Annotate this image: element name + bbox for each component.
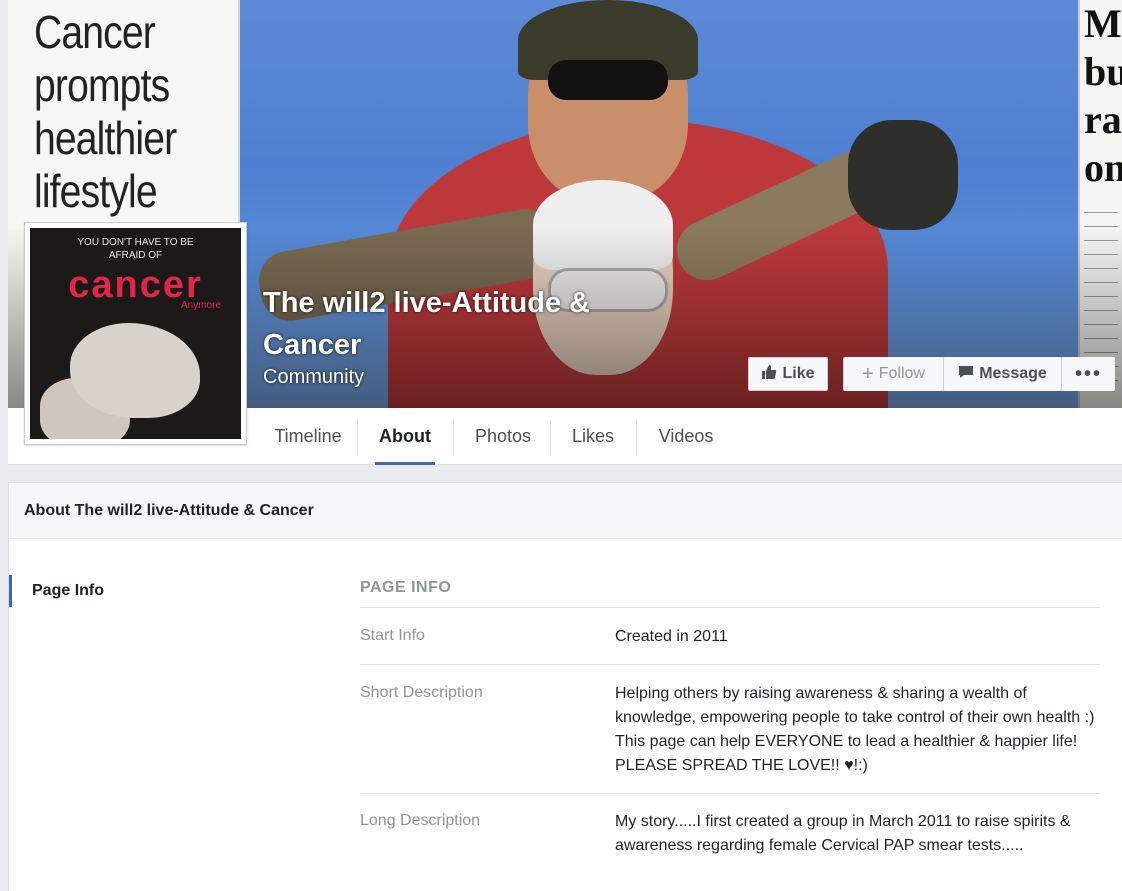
thumbs-up-icon: [761, 364, 777, 385]
page-category[interactable]: Community: [263, 366, 364, 389]
page-title[interactable]: The will2 live-Attitude & Cancer: [263, 282, 663, 366]
divider: [360, 607, 1100, 608]
tab-divider: [357, 420, 358, 456]
divider: [360, 664, 1100, 665]
tab-divider: [636, 420, 637, 456]
info-value-long-description: My story.....I first created a group in …: [615, 813, 1071, 854]
info-value-start: Created in 2011: [615, 628, 728, 645]
info-value-short-description: Helping others by raising awareness & sh…: [615, 685, 1095, 774]
info-label-start: Start Info: [360, 627, 425, 644]
cover-photo-detail: [848, 120, 958, 230]
follow-button[interactable]: + Follow: [844, 357, 943, 391]
profile-tagline: YOU DON'T HAVE TO BE AFRAID OF: [77, 237, 194, 261]
tab-about[interactable]: About: [375, 408, 435, 465]
tab-label: Likes: [571, 426, 615, 446]
profile-subword: Anymore: [180, 300, 221, 311]
profile-image-detail: [70, 323, 200, 418]
page-action-group: + Follow Message •••: [843, 357, 1115, 391]
tab-videos[interactable]: Videos: [646, 408, 726, 465]
clipping-right-headline: M bu ra on: [1084, 1, 1122, 190]
divider: [360, 793, 1100, 794]
sidebar-item-label: Page Info: [32, 582, 105, 599]
plus-icon: +: [862, 362, 874, 385]
clipping-headline: Cancer prompts healthier lifestyle: [34, 6, 177, 217]
tab-label: About: [379, 426, 431, 446]
tab-label: Timeline: [274, 426, 342, 446]
info-label-short-description: Short Description: [360, 684, 483, 701]
info-label-long-description: Long Description: [360, 812, 481, 829]
like-button[interactable]: Like: [748, 357, 828, 391]
tab-label: Videos: [658, 426, 714, 446]
cover-photo-detail: [548, 60, 668, 100]
about-card: About The will2 live-Attitude & Cancer P…: [8, 482, 1122, 891]
profile-picture[interactable]: YOU DON'T HAVE TO BE AFRAID OF cancer An…: [24, 222, 247, 445]
section-heading: PAGE INFO: [360, 579, 452, 596]
tab-photos[interactable]: Photos: [463, 408, 543, 465]
about-header: About The will2 live-Attitude & Cancer: [9, 483, 1122, 539]
tab-label: Photos: [474, 426, 532, 446]
like-label: Like: [782, 365, 815, 382]
tab-divider: [550, 420, 551, 456]
tab-likes[interactable]: Likes: [558, 408, 628, 465]
ellipsis-icon: •••: [1074, 362, 1102, 385]
tab-timeline[interactable]: Timeline: [258, 408, 358, 465]
profile-image: YOU DON'T HAVE TO BE AFRAID OF cancer An…: [30, 228, 241, 439]
message-button[interactable]: Message: [943, 357, 1061, 391]
more-options-button[interactable]: •••: [1061, 357, 1115, 391]
message-label: Message: [979, 365, 1047, 382]
follow-label: Follow: [878, 365, 925, 382]
speech-bubble-icon: [958, 364, 974, 385]
sidebar-item-page-info[interactable]: Page Info: [9, 575, 104, 607]
tab-divider: [453, 420, 454, 456]
